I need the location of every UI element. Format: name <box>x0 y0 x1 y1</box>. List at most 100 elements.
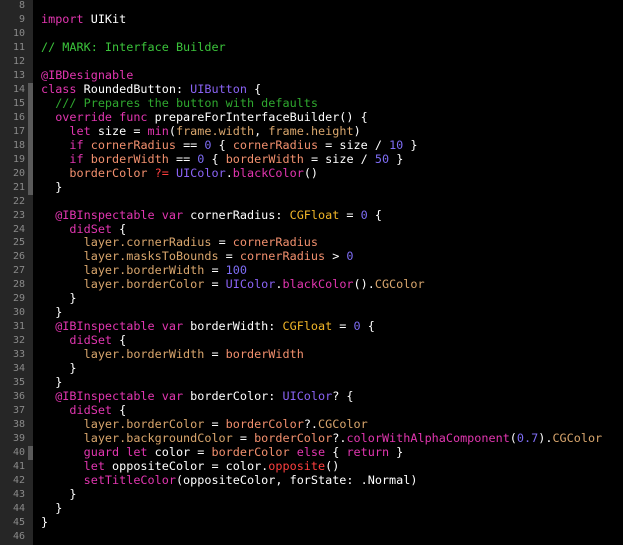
line-number: 12 <box>12 55 25 67</box>
code-token: cornerRadius <box>232 137 319 152</box>
code-token: = <box>218 249 240 264</box>
code-line[interactable]: 33 layer.borderWidth = borderWidth <box>0 347 623 362</box>
code-line[interactable]: 46 <box>0 530 623 544</box>
code-editor[interactable]: 8 9 import UIKit 10 11 // MARK: Interface Bui… <box>0 0 623 544</box>
code-text: } <box>41 305 62 320</box>
code-token: () <box>303 165 319 180</box>
code-line[interactable]: 28 layer.borderColor = UIColor.blackColo… <box>0 277 623 292</box>
code-token: setTitleColor <box>41 472 176 487</box>
line-number: 11 <box>12 41 25 53</box>
code-token: @IBInspectable var <box>41 389 184 404</box>
code-line[interactable]: 35 } <box>0 375 623 390</box>
code-token: , <box>254 123 269 138</box>
code-token: { <box>112 221 127 236</box>
code-line[interactable]: 36 @IBInspectable var borderColor: UICol… <box>0 389 623 404</box>
code-token: UIButton <box>190 81 247 96</box>
line-number: 40 <box>12 447 25 458</box>
line-number: 17 <box>12 125 25 137</box>
code-line[interactable]: 19 if borderWidth == 0 { borderWidth = s… <box>0 151 623 167</box>
code-text: } <box>41 361 76 376</box>
code-text: layer.borderColor = UIColor.blackColor()… <box>41 277 425 292</box>
code-token: opposite <box>268 458 326 473</box>
code-line[interactable]: 43 } <box>0 487 623 502</box>
code-line[interactable]: 30 } <box>0 305 623 320</box>
code-line[interactable]: 29 } <box>0 291 623 306</box>
line-number: 39 <box>12 433 25 445</box>
code-line[interactable]: 41 let oppositeColor = color.opposite() <box>0 458 623 474</box>
code-token: > <box>325 249 347 264</box>
code-token: borderWidth <box>83 151 169 166</box>
code-token: () <box>325 458 340 473</box>
code-token: } <box>403 137 418 152</box>
code-token: override func <box>41 109 148 124</box>
code-line[interactable]: 11 // MARK: Interface Builder <box>0 39 623 55</box>
code-token: layer.borderWidth <box>41 347 205 362</box>
line-number: 8 <box>18 0 25 11</box>
code-token: UIColor <box>282 389 333 404</box>
line-number: 24 <box>12 223 25 235</box>
code-token: if <box>41 137 84 152</box>
code-token: return <box>346 445 390 459</box>
line-number: 32 <box>12 335 25 347</box>
code-line[interactable]: 40 guard let color = borderColor else { … <box>0 445 623 460</box>
code-line[interactable]: 24 didSet { <box>0 221 623 237</box>
code-token: 0 <box>353 319 361 334</box>
code-line[interactable]: 22 <box>0 195 623 209</box>
code-text: /// Prepares the button with defaults <box>41 95 318 111</box>
line-number: 22 <box>12 195 25 207</box>
code-token: 0 <box>346 249 354 264</box>
code-token: { <box>367 207 382 222</box>
code-token: == <box>168 151 198 166</box>
code-token: frame.width <box>175 123 255 138</box>
code-line[interactable]: 14 class RoundedButton: UIButton { <box>0 81 623 97</box>
code-token: = <box>204 277 226 292</box>
line-number: 15 <box>12 97 25 109</box>
code-token: 10 <box>389 137 404 152</box>
code-line[interactable]: 12 <box>0 55 623 69</box>
code-line[interactable]: 42 setTitleColor(oppositeColor, forState… <box>0 472 623 488</box>
code-line[interactable]: 31 @IBInspectable var borderWidth: CGFlo… <box>0 319 623 334</box>
code-line[interactable]: 39 layer.backgroundColor = borderColor?.… <box>0 431 623 446</box>
code-line[interactable]: 27 layer.borderWidth = 100 <box>0 263 623 278</box>
code-token: borderWidth <box>225 151 304 166</box>
code-line[interactable]: 10 <box>0 27 623 41</box>
code-line[interactable]: 34 } <box>0 361 623 376</box>
code-token: ?. <box>303 417 319 432</box>
code-line[interactable]: 38 layer.borderColor = borderColor?.CGCo… <box>0 417 623 432</box>
code-line[interactable]: 44 } <box>0 501 623 516</box>
code-line[interactable]: 20 borderColor ?= UIColor.blackColor() <box>0 165 623 181</box>
line-number: 13 <box>12 69 25 81</box>
code-token: 0.7 <box>516 431 539 446</box>
code-text: didSet { <box>41 403 126 418</box>
code-line[interactable]: 25 layer.cornerRadius = cornerRadius <box>0 235 623 250</box>
code-line[interactable]: 32 didSet { <box>0 333 623 348</box>
code-line[interactable]: 26 layer.masksToBounds = cornerRadius > … <box>0 249 623 264</box>
code-line[interactable]: 13 @IBDesignable <box>0 68 623 83</box>
change-marker <box>28 180 33 195</box>
code-token: let <box>41 123 91 138</box>
code-text: @IBInspectable var borderWidth: CGFloat … <box>41 319 375 334</box>
code-line[interactable]: 23 @IBInspectable var cornerRadius: CGFl… <box>0 207 623 223</box>
line-number: 21 <box>12 181 25 193</box>
code-token: cornerRadius: <box>183 207 290 222</box>
line-number: 14 <box>12 83 25 95</box>
code-token: ? { <box>332 389 354 404</box>
code-token: // MARK: Interface Builder <box>41 39 226 54</box>
code-token: ). <box>538 431 553 446</box>
code-line[interactable]: 21 } <box>0 180 623 195</box>
code-token: /// Prepares the button with defaults <box>41 95 318 110</box>
code-token: layer.backgroundColor <box>41 431 233 446</box>
code-line[interactable]: 45} <box>0 515 623 530</box>
line-number: 25 <box>12 237 25 249</box>
code-line[interactable]: 15 /// Prepares the button with defaults <box>0 95 623 111</box>
code-token: didSet <box>41 333 113 348</box>
code-line[interactable]: 17 let size = min(frame.width, frame.hei… <box>0 123 623 139</box>
change-marker <box>28 138 33 153</box>
code-line[interactable]: 18 if cornerRadius == 0 { cornerRadius =… <box>0 137 623 153</box>
code-text: @IBInspectable var borderColor: UIColor?… <box>41 389 354 404</box>
code-line[interactable]: 9 import UIKit <box>0 12 623 27</box>
change-marker <box>28 124 33 139</box>
code-line[interactable]: 37 didSet { <box>0 403 623 418</box>
code-token: @IBInspectable var <box>41 319 184 334</box>
code-line[interactable]: 16 override func prepareForInterfaceBuil… <box>0 109 623 125</box>
